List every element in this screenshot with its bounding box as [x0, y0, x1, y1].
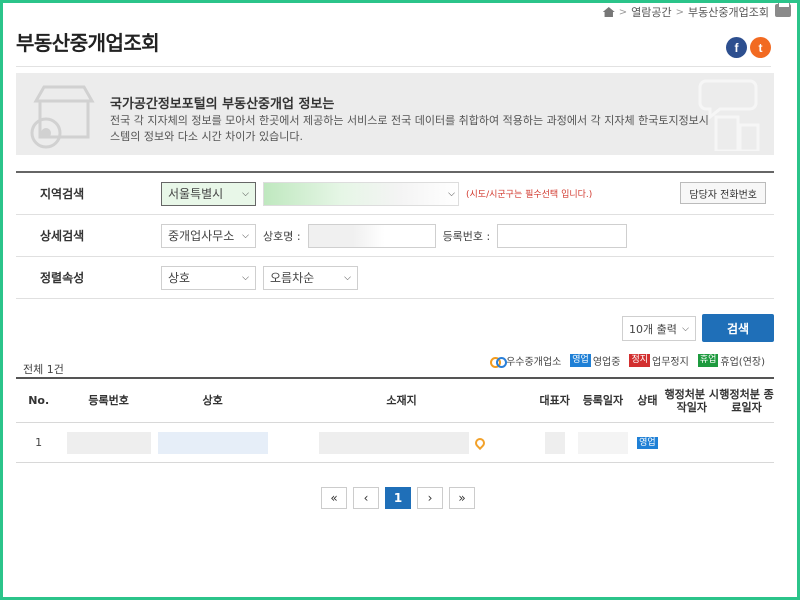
table-row[interactable]: 1 영업 — [16, 423, 774, 463]
status-legend: 우수중개업소 영업 영업중 정지 업무정지 휴업 휴업(연장) — [490, 353, 765, 368]
breadcrumb-item-current: 부동산중개업조회 — [688, 6, 769, 19]
district-select[interactable]: ⌵ — [263, 181, 459, 206]
col-representative: 대표자 — [539, 394, 570, 407]
pagination: « ‹ 1 › » — [321, 487, 475, 509]
detail-label: 상세검색 — [40, 229, 85, 243]
col-business-name: 상호 — [202, 394, 223, 407]
legend-label: 우수중개업소 — [506, 357, 562, 368]
suspended-badge: 정지 — [629, 354, 651, 367]
chevron-right-icon: > — [618, 6, 628, 18]
sort-field-select[interactable]: 상호 ⌵ — [161, 265, 256, 290]
chevron-down-icon: ⌵ — [242, 230, 249, 241]
search-button[interactable]: 검색 — [702, 314, 774, 342]
banner-text: 전국 각 지자체의 정보를 모아서 한곳에서 제공하는 서비스로 전국 데이터를… — [110, 114, 709, 143]
status-badge: 영업 — [637, 437, 658, 449]
legend-label: 업무정지 — [652, 357, 689, 368]
col-no: No. — [28, 394, 50, 407]
breadcrumb: > 열람공간 > 부동산중개업조회 — [602, 3, 769, 21]
registration-number-input[interactable] — [497, 223, 628, 248]
business-name-input[interactable] — [307, 223, 436, 248]
excellent-agency-icon — [490, 356, 508, 368]
region-row: 지역검색 서울특별시 ⌵ ⌵ (시도/시군구는 필수선택 입니다.) 담당자 전… — [16, 173, 774, 215]
row-business-name[interactable] — [156, 431, 269, 454]
storefront-icon — [30, 85, 95, 149]
legend-closed: 휴업 휴업(연장) — [697, 353, 765, 368]
chevron-down-icon: ⌵ — [682, 323, 689, 334]
col-registration-number: 등록번호 — [88, 394, 129, 407]
col-address: 소재지 — [386, 394, 417, 407]
last-page-button[interactable]: » — [449, 487, 475, 509]
col-action-start: 행정처분 시작일자 — [664, 387, 719, 414]
region-label: 지역검색 — [40, 187, 85, 201]
sort-field-value: 상호 — [168, 271, 191, 285]
sort-order-select[interactable]: 오름차순 ⌵ — [263, 265, 358, 290]
row-address — [269, 431, 534, 454]
info-banner: 국가공간정보포털의 부동산중개업 정보는 전국 각 지자체의 정보를 모아서 한… — [16, 73, 774, 155]
title-divider — [16, 66, 771, 67]
row-representative — [534, 431, 576, 454]
legend-open: 영업 영업중 — [570, 353, 620, 368]
map-pin-icon[interactable] — [472, 435, 487, 450]
city-value: 서울특별시 — [168, 187, 224, 201]
sort-label: 정렬속성 — [40, 271, 85, 285]
business-type-value: 중개업사무소 — [168, 229, 235, 243]
open-badge: 영업 — [570, 354, 591, 367]
detail-row: 상세검색 중개업사무소 ⌵ 상호명 : 등록번호 : — [16, 215, 774, 257]
closed-badge: 휴업 — [697, 354, 719, 367]
row-registration-number — [61, 431, 156, 454]
result-total: 전체 1건 — [23, 363, 64, 376]
legend-suspended: 정지 업무정지 — [629, 353, 689, 368]
social-share: f t — [726, 37, 771, 58]
table-header: No. 등록번호 상호 소재지 대표자 등록일자 상태 행정처분 시작일자 행정… — [16, 379, 774, 423]
legend-excellent: 우수중개업소 — [490, 353, 561, 368]
current-page-button[interactable]: 1 — [385, 487, 411, 509]
contact-phone-button[interactable]: 담당자 전화번호 — [680, 182, 766, 204]
business-name-label: 상호명 : — [263, 229, 301, 243]
registration-number-label: 등록번호 : — [442, 229, 491, 243]
next-page-button[interactable]: › — [417, 487, 443, 509]
legend-label: 휴업(연장) — [720, 357, 765, 368]
row-registration-date — [576, 431, 631, 454]
print-icon[interactable] — [775, 3, 791, 17]
facebook-icon[interactable]: f — [726, 37, 747, 58]
legend-label: 영업중 — [592, 357, 621, 368]
page-title: 부동산중개업조회 — [16, 31, 160, 55]
business-type-select[interactable]: 중개업사무소 ⌵ — [161, 223, 256, 248]
chevron-down-icon: ⌵ — [344, 272, 351, 283]
chevron-down-icon: ⌵ — [242, 272, 249, 283]
chevron-down-icon: ⌵ — [242, 188, 249, 199]
sort-row: 정렬속성 상호 ⌵ 오름차순 ⌵ — [16, 257, 774, 299]
col-registration-date: 등록일자 — [582, 394, 624, 407]
search-form: 지역검색 서울특별시 ⌵ ⌵ (시도/시군구는 필수선택 입니다.) 담당자 전… — [16, 171, 774, 299]
per-page-select[interactable]: 10개 출력 ⌵ — [622, 316, 696, 341]
chevron-right-icon: > — [675, 6, 685, 18]
col-action-end: 행정처분 종료일자 — [719, 387, 774, 414]
sort-order-value: 오름차순 — [270, 271, 315, 285]
col-status: 상태 — [637, 394, 658, 407]
page-frame: > 열람공간 > 부동산중개업조회 부동산중개업조회 f t 국가공간정보포털의… — [3, 3, 797, 597]
home-icon[interactable] — [602, 7, 615, 17]
breadcrumb-item-space[interactable]: 열람공간 — [631, 4, 671, 20]
city-select[interactable]: 서울특별시 ⌵ — [161, 181, 256, 206]
first-page-button[interactable]: « — [321, 487, 347, 509]
row-no: 1 — [35, 436, 43, 449]
per-page-value: 10개 출력 — [629, 322, 677, 336]
twitter-icon[interactable]: t — [750, 37, 771, 58]
required-note: (시도/시군구는 필수선택 입니다.) — [466, 190, 593, 200]
prev-page-button[interactable]: ‹ — [353, 487, 379, 509]
banner-heading: 국가공간정보포털의 부동산중개업 정보는 — [110, 97, 335, 112]
chevron-down-icon: ⌵ — [448, 188, 455, 199]
row-status: 영업 — [630, 435, 664, 450]
results-table: No. 등록번호 상호 소재지 대표자 등록일자 상태 행정처분 시작일자 행정… — [16, 377, 774, 463]
